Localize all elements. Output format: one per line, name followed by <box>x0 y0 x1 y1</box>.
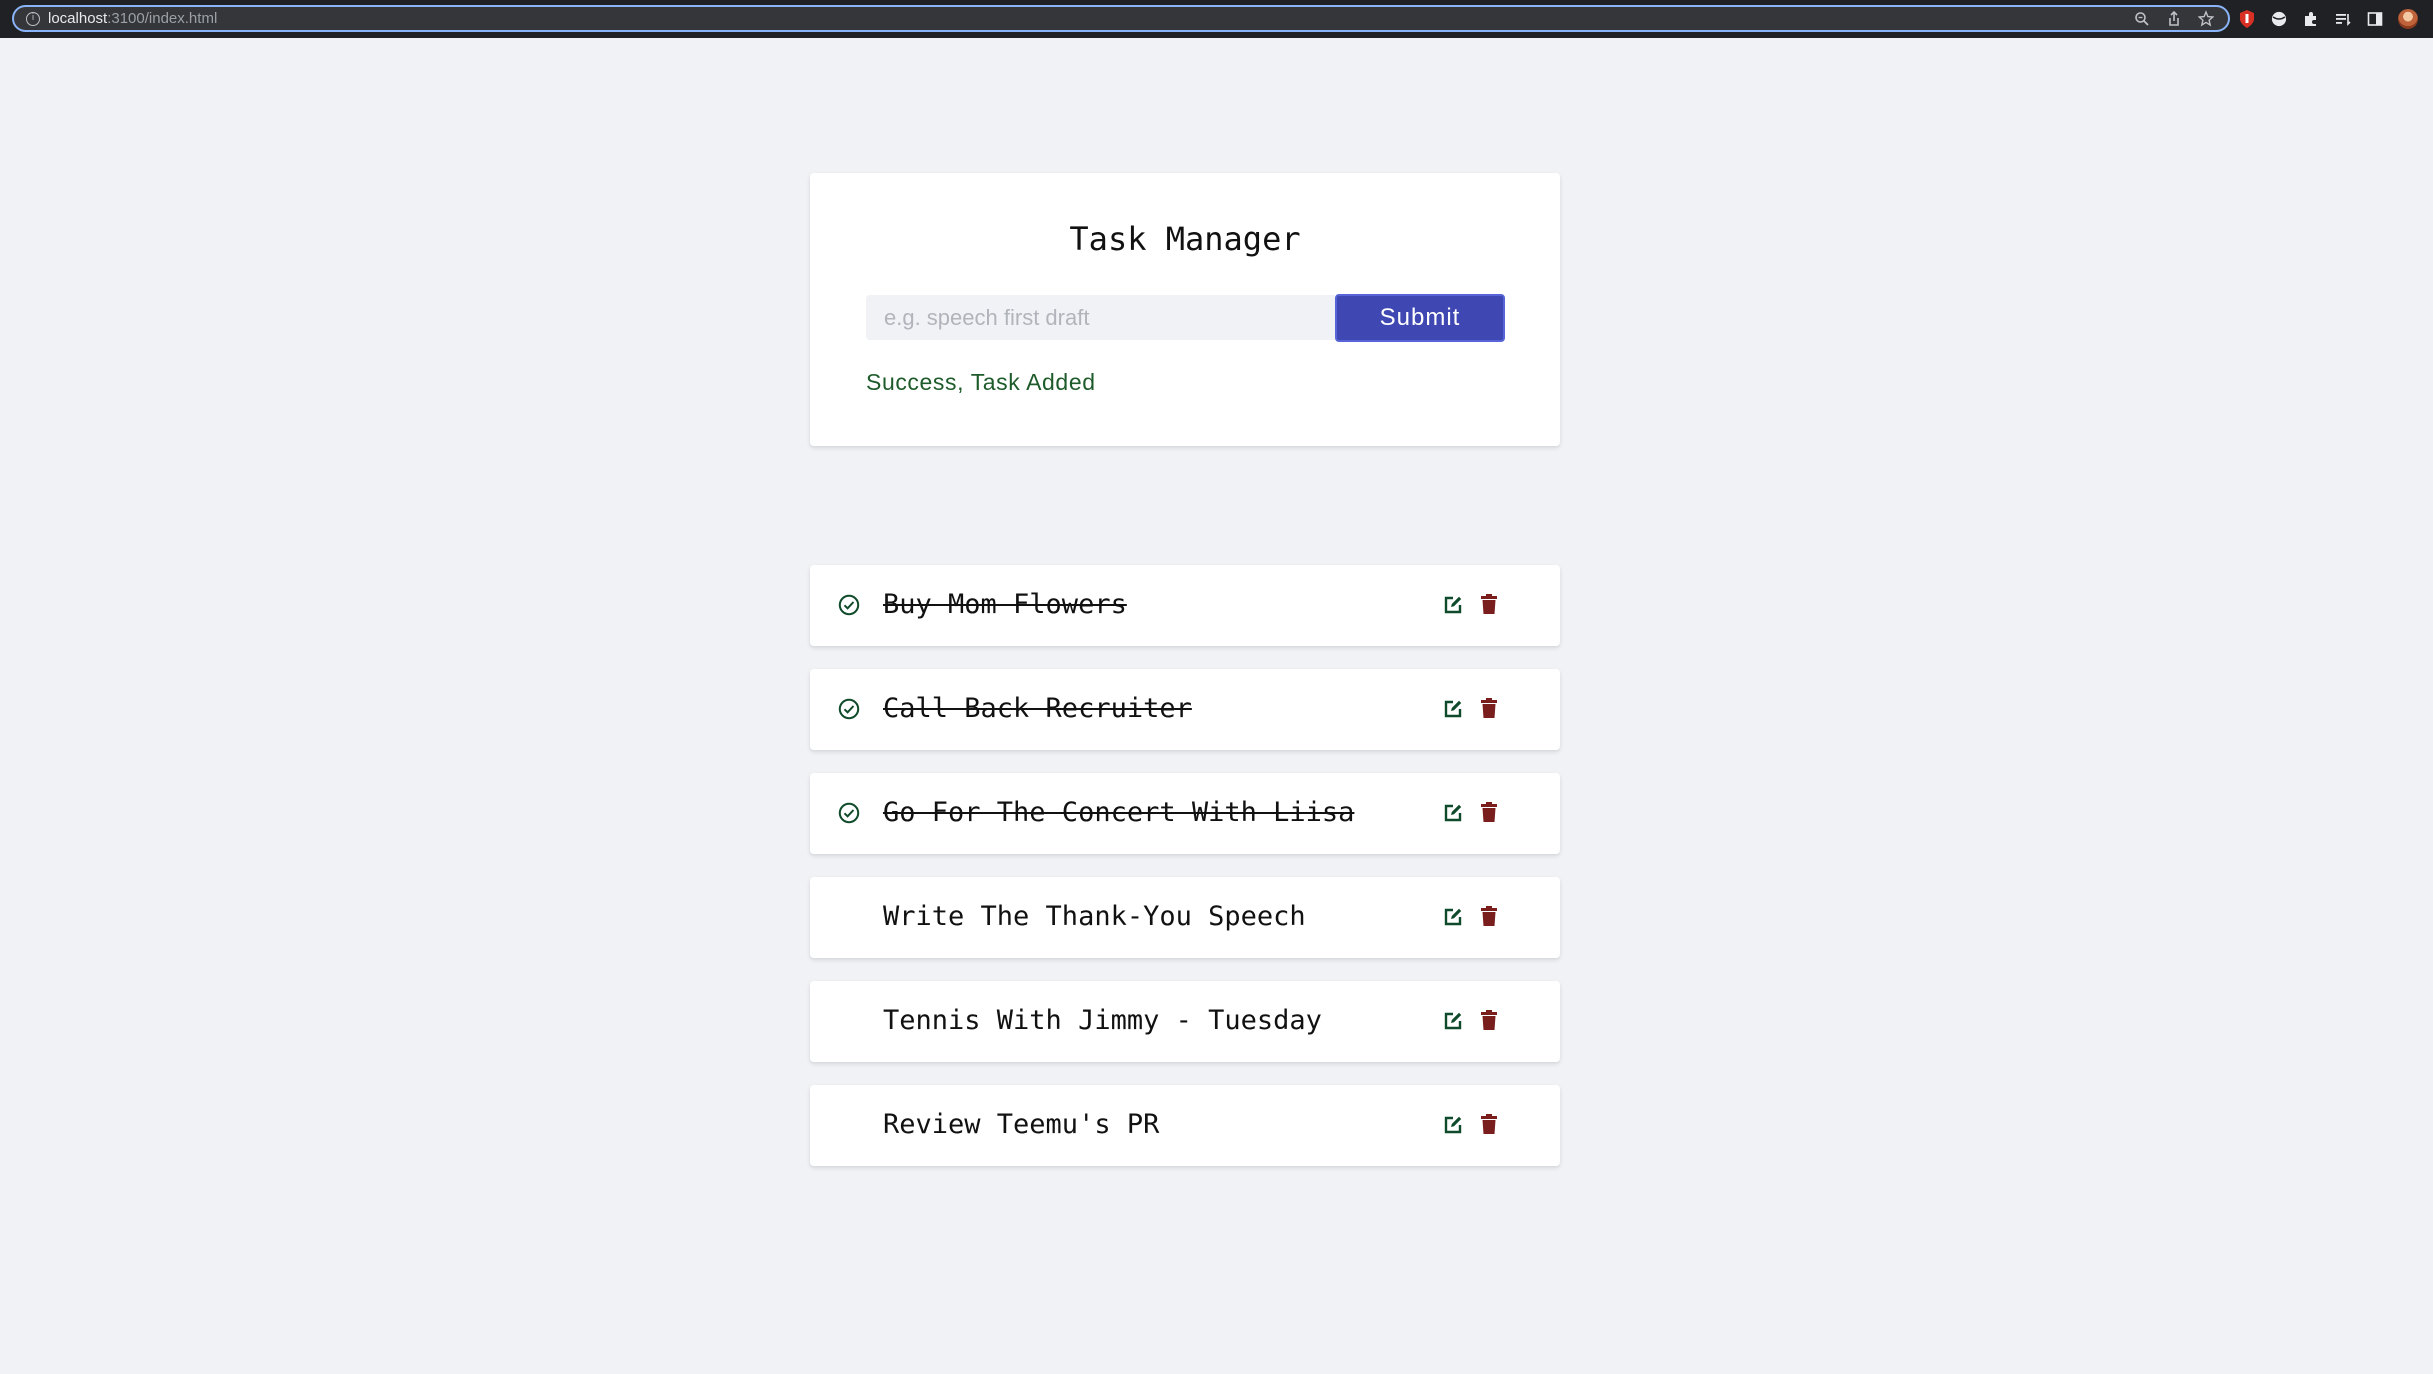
edit-icon <box>1444 908 1462 926</box>
task-name: Tennis With Jimmy - Tuesday <box>883 1005 1322 1036</box>
submit-button[interactable]: Submit <box>1335 294 1505 342</box>
address-bar[interactable]: i localhost:3100/index.html <box>12 5 2230 32</box>
trash-icon <box>1481 1114 1497 1134</box>
delete-task-button[interactable] <box>1480 697 1498 719</box>
delete-task-button[interactable] <box>1480 1009 1498 1031</box>
task-name: Go For The Concert With Liisa <box>883 797 1355 828</box>
task-name: Call Back Recruiter <box>883 693 1192 724</box>
task-item: Buy Mom Flowers <box>810 565 1560 646</box>
bookmark-star-icon[interactable] <box>2198 10 2214 28</box>
edit-task-link[interactable] <box>1442 906 1464 928</box>
extension-globe-icon[interactable] <box>2270 10 2288 28</box>
trash-icon <box>1481 802 1497 822</box>
delete-task-button[interactable] <box>1480 593 1498 615</box>
check-circle-icon <box>838 802 860 824</box>
task-name: Review Teemu's PR <box>883 1109 1160 1140</box>
task-list: Buy Mom Flowers Call Back Recruiter Go F… <box>810 565 1560 1189</box>
url-path: :3100/index.html <box>107 10 218 27</box>
delete-task-button[interactable] <box>1480 1113 1498 1135</box>
trash-icon <box>1481 906 1497 926</box>
edit-icon <box>1444 804 1462 822</box>
address-bar-actions <box>2134 10 2214 28</box>
address-bar-url: localhost:3100/index.html <box>48 10 217 28</box>
edit-task-link[interactable] <box>1442 802 1464 824</box>
edit-task-link[interactable] <box>1442 1114 1464 1136</box>
delete-task-button[interactable] <box>1480 801 1498 823</box>
reading-list-icon[interactable] <box>2334 10 2352 28</box>
check-circle-icon <box>838 594 860 616</box>
share-icon[interactable] <box>2166 10 2182 28</box>
task-name: Write The Thank-You Speech <box>883 901 1306 932</box>
zoom-icon[interactable] <box>2134 10 2150 28</box>
check-circle-icon <box>838 698 860 720</box>
extensions-puzzle-icon[interactable] <box>2302 10 2320 28</box>
profile-avatar[interactable] <box>2398 9 2418 29</box>
edit-task-link[interactable] <box>1442 698 1464 720</box>
browser-toolbar: i localhost:3100/index.html <box>0 0 2433 38</box>
page-title: Task Manager <box>1069 220 1301 258</box>
edit-icon <box>1444 1116 1462 1134</box>
task-name-input[interactable] <box>866 295 1335 340</box>
edit-icon <box>1444 700 1462 718</box>
edit-task-link[interactable] <box>1442 594 1464 616</box>
side-panel-icon[interactable] <box>2366 10 2384 28</box>
url-host: localhost <box>48 10 108 27</box>
task-form-card: Task Manager Submit Success, Task Added <box>810 173 1560 446</box>
task-item: Write The Thank-You Speech <box>810 877 1560 958</box>
site-info-icon[interactable]: i <box>26 12 40 26</box>
edit-icon <box>1444 1012 1462 1030</box>
task-item: Review Teemu's PR <box>810 1085 1560 1166</box>
delete-task-button[interactable] <box>1480 905 1498 927</box>
task-name: Buy Mom Flowers <box>883 589 1127 620</box>
extensions-area <box>2238 9 2418 29</box>
task-item: Go For The Concert With Liisa <box>810 773 1560 854</box>
trash-icon <box>1481 698 1497 718</box>
task-item: Tennis With Jimmy - Tuesday <box>810 981 1560 1062</box>
edit-task-link[interactable] <box>1442 1010 1464 1032</box>
edit-icon <box>1444 596 1462 614</box>
task-item: Call Back Recruiter <box>810 669 1560 750</box>
trash-icon <box>1481 594 1497 614</box>
extension-red-icon[interactable] <box>2238 9 2256 29</box>
form-alert: Success, Task Added <box>866 369 1096 395</box>
trash-icon <box>1481 1010 1497 1030</box>
